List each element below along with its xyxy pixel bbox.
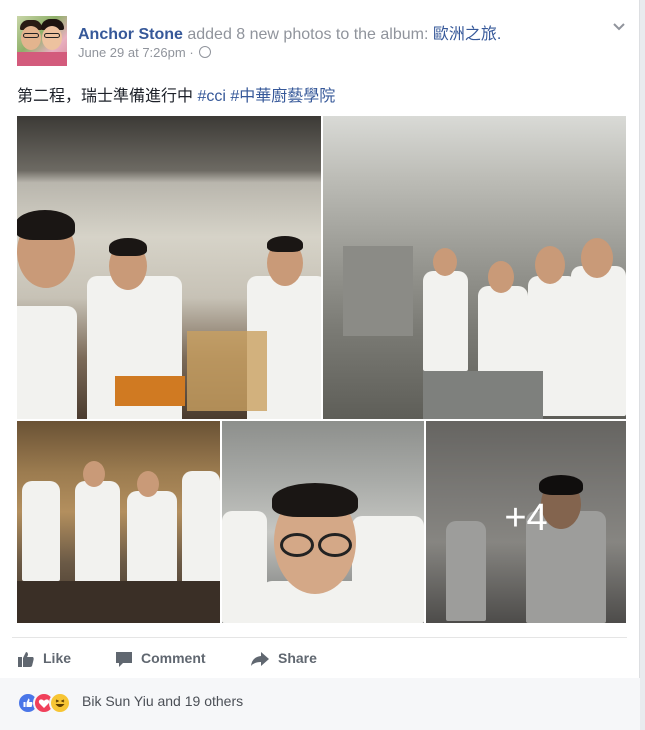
post-text: 第二程，瑞士準備進行中 #cci #中華廚藝學院 bbox=[17, 82, 335, 106]
comment-icon bbox=[116, 652, 132, 668]
timestamp-link[interactable]: June 29 at 7:26pm bbox=[78, 45, 186, 60]
hashtag-link[interactable]: #中華廚藝學院 bbox=[230, 88, 335, 105]
post-title-line: Anchor Stone added 8 new photos to the a… bbox=[78, 20, 501, 44]
action-bar: Like Comment Share bbox=[12, 640, 627, 676]
divider bbox=[12, 637, 627, 638]
hashtag-link[interactable]: #cci bbox=[197, 88, 225, 105]
share-icon bbox=[251, 652, 269, 667]
globe-icon bbox=[199, 46, 212, 58]
share-button[interactable]: Share bbox=[250, 640, 317, 676]
thumbs-up-icon bbox=[18, 652, 34, 668]
photo-5-more[interactable]: +4 bbox=[426, 421, 626, 623]
action-text: added 8 new photos to the album: bbox=[187, 26, 429, 43]
comment-label: Comment bbox=[141, 650, 206, 666]
post-text-body: 第二程，瑞士準備進行中 bbox=[17, 88, 194, 105]
like-button[interactable]: Like bbox=[17, 640, 71, 676]
photo-3[interactable] bbox=[17, 421, 220, 623]
share-label: Share bbox=[278, 650, 317, 666]
photo-4[interactable] bbox=[222, 421, 424, 623]
more-photos-count: +4 bbox=[504, 497, 548, 539]
album-link[interactable]: 歐洲之旅. bbox=[433, 26, 501, 43]
photo-1[interactable] bbox=[17, 116, 321, 419]
photo-2[interactable] bbox=[323, 116, 626, 419]
post-header: Anchor Stone added 8 new photos to the a… bbox=[17, 16, 627, 66]
like-label: Like bbox=[43, 650, 72, 666]
post-options-chevron-icon[interactable] bbox=[611, 18, 627, 34]
photo-grid: +4 bbox=[17, 116, 626, 623]
reaction-icons[interactable] bbox=[17, 692, 81, 714]
reactions-summary-link[interactable]: Bik Sun Yiu and 19 others bbox=[82, 693, 243, 709]
post-meta: June 29 at 7:26pm · bbox=[78, 45, 212, 60]
haha-reaction-icon bbox=[49, 692, 71, 714]
post-card: Anchor Stone added 8 new photos to the a… bbox=[0, 0, 640, 730]
author-avatar[interactable] bbox=[17, 16, 67, 66]
comment-button[interactable]: Comment bbox=[115, 640, 206, 676]
reactions-bar: Bik Sun Yiu and 19 others bbox=[0, 678, 640, 730]
author-name-link[interactable]: Anchor Stone bbox=[78, 26, 183, 43]
